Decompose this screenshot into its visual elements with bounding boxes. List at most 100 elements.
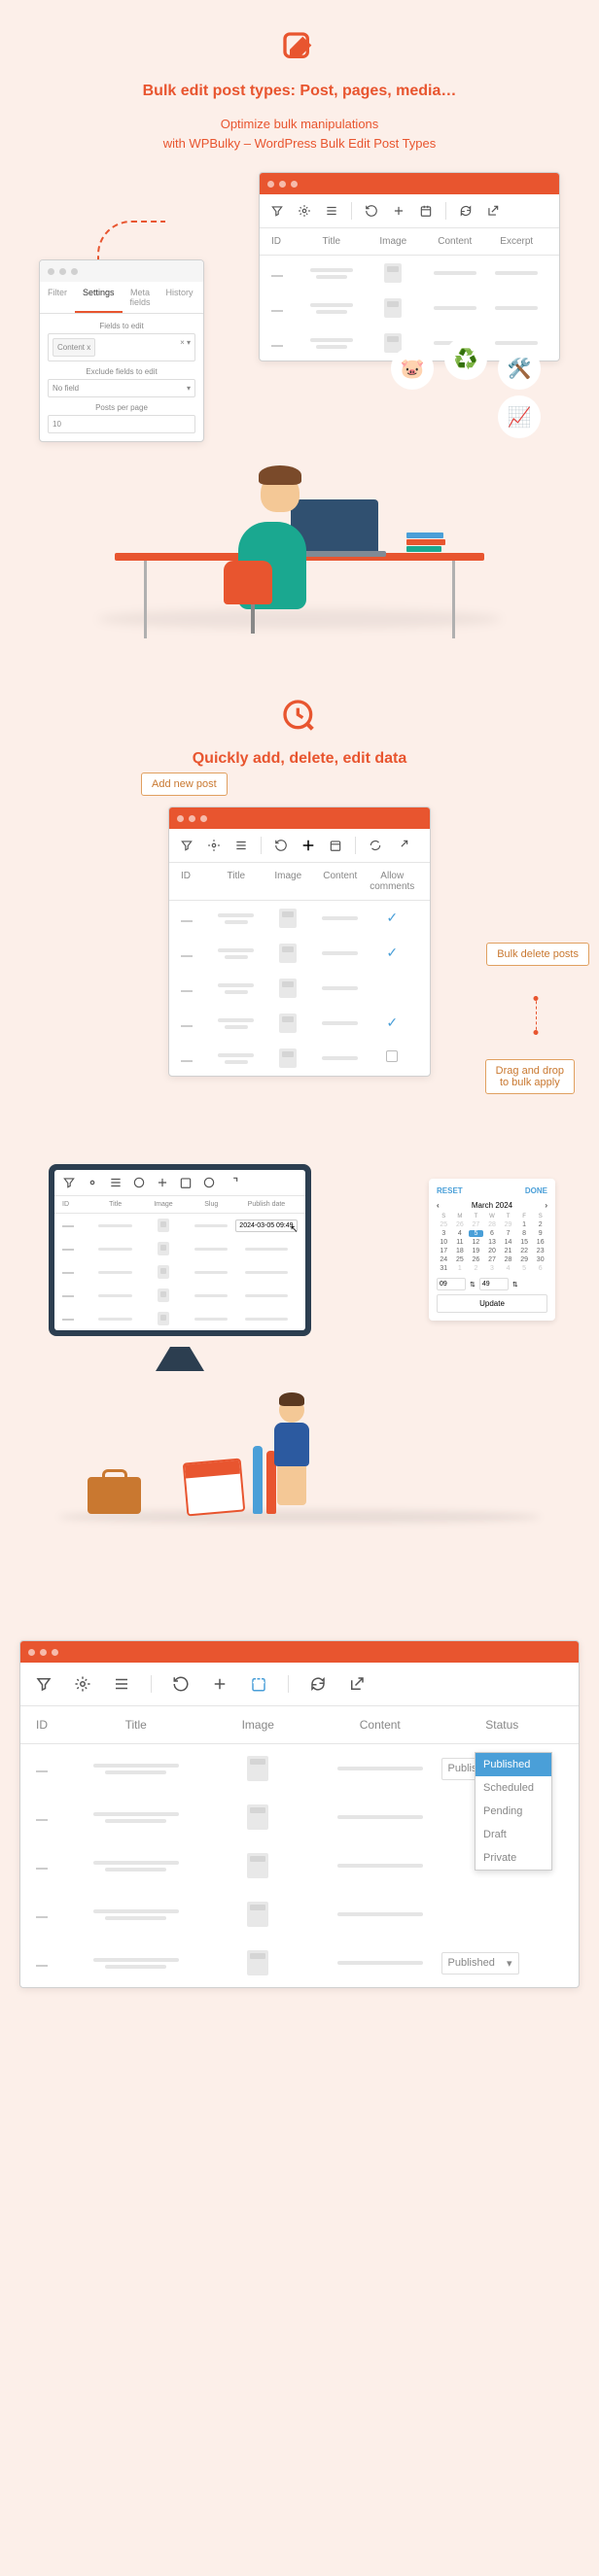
gear-icon[interactable] (297, 203, 312, 219)
calendar-icon[interactable] (178, 1175, 194, 1190)
table-row[interactable] (260, 256, 559, 291)
update-button[interactable]: Update (437, 1294, 547, 1313)
tab-history[interactable]: History (159, 282, 201, 313)
table-row[interactable] (54, 1284, 305, 1307)
close-icon[interactable]: ✕ (201, 282, 204, 313)
tab-settings[interactable]: Settings (75, 282, 123, 313)
check-icon[interactable]: ✓ (386, 945, 398, 960)
dropdown-option[interactable]: Draft (476, 1823, 551, 1846)
person-illustration (115, 395, 484, 638)
history-icon[interactable] (364, 203, 379, 219)
table-row[interactable]: ✓ (169, 1006, 430, 1041)
check-icon[interactable]: ✓ (386, 910, 398, 925)
table-row[interactable] (20, 1890, 579, 1939)
window-titlebar (169, 807, 430, 829)
date-input[interactable]: 2024-03-05 09:49↖ (235, 1219, 297, 1232)
data-grid-window: ID Title Image Content Allow comments ✓ … (168, 807, 431, 1077)
gear-icon[interactable] (73, 1674, 92, 1694)
table-row[interactable]: ✓ (169, 901, 430, 936)
refresh-icon[interactable] (458, 203, 474, 219)
menu-icon[interactable] (233, 838, 249, 853)
filter-icon[interactable] (179, 838, 194, 853)
external-icon[interactable] (485, 203, 501, 219)
history-icon[interactable] (273, 838, 289, 853)
external-icon[interactable] (225, 1175, 240, 1190)
table-row[interactable] (54, 1237, 305, 1260)
col-title: Title (300, 236, 363, 247)
table-header: ID Title Image Content Allow comments (169, 863, 430, 901)
done-button[interactable]: DONE (525, 1186, 547, 1195)
reset-button[interactable]: RESET (437, 1186, 463, 1195)
checkbox[interactable] (386, 1050, 398, 1062)
plus-icon[interactable] (210, 1674, 229, 1694)
table-row[interactable] (54, 1307, 305, 1330)
calendar-icon[interactable] (328, 838, 343, 853)
refresh-icon[interactable] (201, 1175, 217, 1190)
dropdown-option[interactable]: Private (476, 1846, 551, 1870)
section2-illustration: Add new post Bulk delete posts Drag and … (39, 807, 560, 1077)
menu-icon[interactable] (108, 1175, 123, 1190)
table-row[interactable]: 2024-03-05 09:49↖ (54, 1214, 305, 1237)
fields-to-edit-input[interactable]: Content x× ▾ (48, 333, 195, 361)
window-titlebar (40, 260, 203, 282)
table-row[interactable] (169, 971, 430, 1006)
col-excerpt: Excerpt (486, 236, 548, 247)
status-dropdown: Published Scheduled Pending Draft Privat… (475, 1752, 552, 1871)
calendar-icon[interactable] (249, 1674, 268, 1694)
col-content: Content (424, 236, 486, 247)
calendar-grid[interactable]: SMTWTFS 252627282912 3456789 10111213141… (437, 1214, 547, 1272)
filter-icon[interactable] (269, 203, 285, 219)
calendar-icon[interactable] (418, 203, 434, 219)
history-icon[interactable] (171, 1674, 191, 1694)
section3-illustration: ID Title Image Slug Publish date 2024-03… (39, 1164, 560, 1533)
history-icon[interactable] (131, 1175, 147, 1190)
hour-input[interactable] (437, 1278, 466, 1290)
next-month-icon[interactable]: › (545, 1201, 547, 1210)
table-row[interactable]: ✓ (169, 936, 430, 971)
plus-icon[interactable] (391, 203, 406, 219)
table-row[interactable]: Published▾ (20, 1939, 579, 1987)
table-row[interactable] (169, 1041, 430, 1076)
table-header: ID Title Image Content Excerpt (260, 228, 559, 256)
tab-meta[interactable]: Meta fields (123, 282, 159, 313)
grid-toolbar (54, 1170, 305, 1196)
thought-recycle-icon: ♻️ (444, 337, 487, 380)
prev-month-icon[interactable]: ‹ (437, 1201, 440, 1210)
col-id: ID (271, 236, 300, 247)
refresh-icon[interactable] (308, 1674, 328, 1694)
image-placeholder (384, 263, 402, 283)
col-image: Image (363, 236, 425, 247)
minute-input[interactable] (479, 1278, 509, 1290)
filter-icon[interactable] (61, 1175, 77, 1190)
settings-tabs: Filter Settings Meta fields History ✕ (40, 282, 203, 314)
table-row[interactable] (260, 291, 559, 326)
plus-icon[interactable] (155, 1175, 170, 1190)
field-label: Exclude fields to edit (48, 367, 195, 376)
callout-add-post: Add new post (141, 773, 228, 796)
gear-icon[interactable] (206, 838, 222, 853)
external-icon[interactable] (395, 838, 410, 853)
menu-icon[interactable] (112, 1674, 131, 1694)
callout-drag-drop: Drag and dropto bulk apply (485, 1059, 575, 1094)
desk-objects (88, 1436, 282, 1514)
refresh-icon[interactable] (368, 838, 383, 853)
edit-hero-icon (280, 29, 319, 68)
external-icon[interactable] (347, 1674, 367, 1694)
dropdown-option[interactable]: Pending (476, 1800, 551, 1823)
dropdown-option[interactable]: Published (476, 1753, 551, 1776)
dropdown-option[interactable]: Scheduled (476, 1776, 551, 1800)
monitor: ID Title Image Slug Publish date 2024-03… (49, 1164, 311, 1336)
month-label: March 2024 (472, 1201, 512, 1210)
window-titlebar (260, 173, 559, 194)
menu-icon[interactable] (324, 203, 339, 219)
section-date-picker: ID Title Image Slug Publish date 2024-03… (0, 1164, 599, 1563)
tab-filter[interactable]: Filter (40, 282, 75, 313)
status-select[interactable]: Published▾ (441, 1952, 519, 1975)
thought-chart-icon: 📈 (498, 395, 541, 438)
check-icon[interactable]: ✓ (386, 1014, 398, 1030)
plus-icon[interactable] (299, 836, 319, 856)
gear-icon[interactable] (85, 1175, 100, 1190)
table-row[interactable] (54, 1260, 305, 1284)
filter-icon[interactable] (34, 1674, 53, 1694)
data-grid-window: ID Title Image Content Excerpt (259, 172, 560, 361)
